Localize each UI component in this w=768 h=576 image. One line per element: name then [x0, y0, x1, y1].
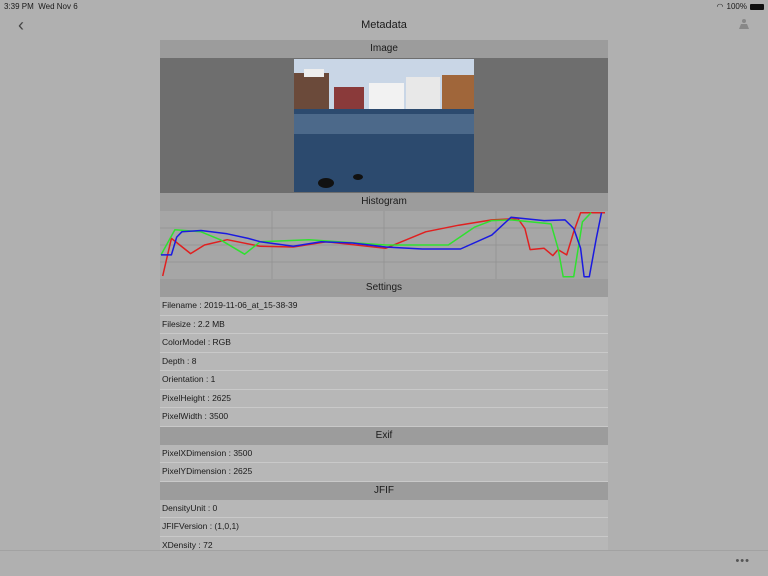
- more-button[interactable]: •••: [735, 555, 750, 567]
- section-header-exif: Exif: [160, 426, 608, 445]
- histogram-chart: [160, 211, 608, 279]
- settings-list: Filename : 2019-11-06_at_15-38-39 Filesi…: [160, 297, 608, 427]
- list-item: Orientation : 1: [160, 371, 608, 390]
- section-header-image: Image: [160, 40, 608, 58]
- list-item: Depth : 8: [160, 352, 608, 371]
- list-item: Filename : 2019-11-06_at_15-38-39: [160, 297, 608, 316]
- battery-text: 100%: [726, 2, 747, 11]
- time: 3:39 PM: [4, 2, 34, 11]
- status-bar: 3:39 PM Wed Nov 6 ◠ 100%: [0, 0, 768, 12]
- list-item: PixelXDimension : 3500: [160, 444, 608, 463]
- list-item: XDensity : 72: [160, 536, 608, 550]
- section-header-jfif: JFIF: [160, 481, 608, 500]
- section-header-histogram: Histogram: [160, 193, 608, 211]
- image-preview-area: [160, 58, 608, 193]
- status-time: 3:39 PM Wed Nov 6: [4, 2, 78, 11]
- date: Wed Nov 6: [38, 2, 78, 11]
- page-title: Metadata: [361, 19, 407, 31]
- section-header-settings: Settings: [160, 279, 608, 297]
- metadata-list[interactable]: Image Histogram Settings Filename : 2019…: [160, 40, 608, 550]
- list-item: PixelWidth : 3500: [160, 408, 608, 427]
- list-item: DensityUnit : 0: [160, 499, 608, 518]
- jfif-list: DensityUnit : 0 JFIFVersion : (1,0,1) XD…: [160, 499, 608, 550]
- nav-bar: ‹ Metadata: [0, 12, 768, 40]
- histogram-svg: [160, 211, 608, 279]
- exif-list: PixelXDimension : 3500 PixelYDimension :…: [160, 444, 608, 482]
- list-item: PixelYDimension : 2625: [160, 463, 608, 482]
- wifi-icon: ◠: [716, 2, 724, 11]
- share-icon[interactable]: [738, 18, 750, 30]
- list-item: ColorModel : RGB: [160, 334, 608, 353]
- list-item: PixelHeight : 2625: [160, 389, 608, 408]
- battery-icon: [750, 3, 764, 10]
- bottom-toolbar: •••: [0, 550, 768, 576]
- status-right: ◠ 100%: [717, 2, 764, 11]
- photo-thumbnail: [294, 59, 474, 192]
- list-item: JFIFVersion : (1,0,1): [160, 518, 608, 537]
- list-item: Filesize : 2.2 MB: [160, 315, 608, 334]
